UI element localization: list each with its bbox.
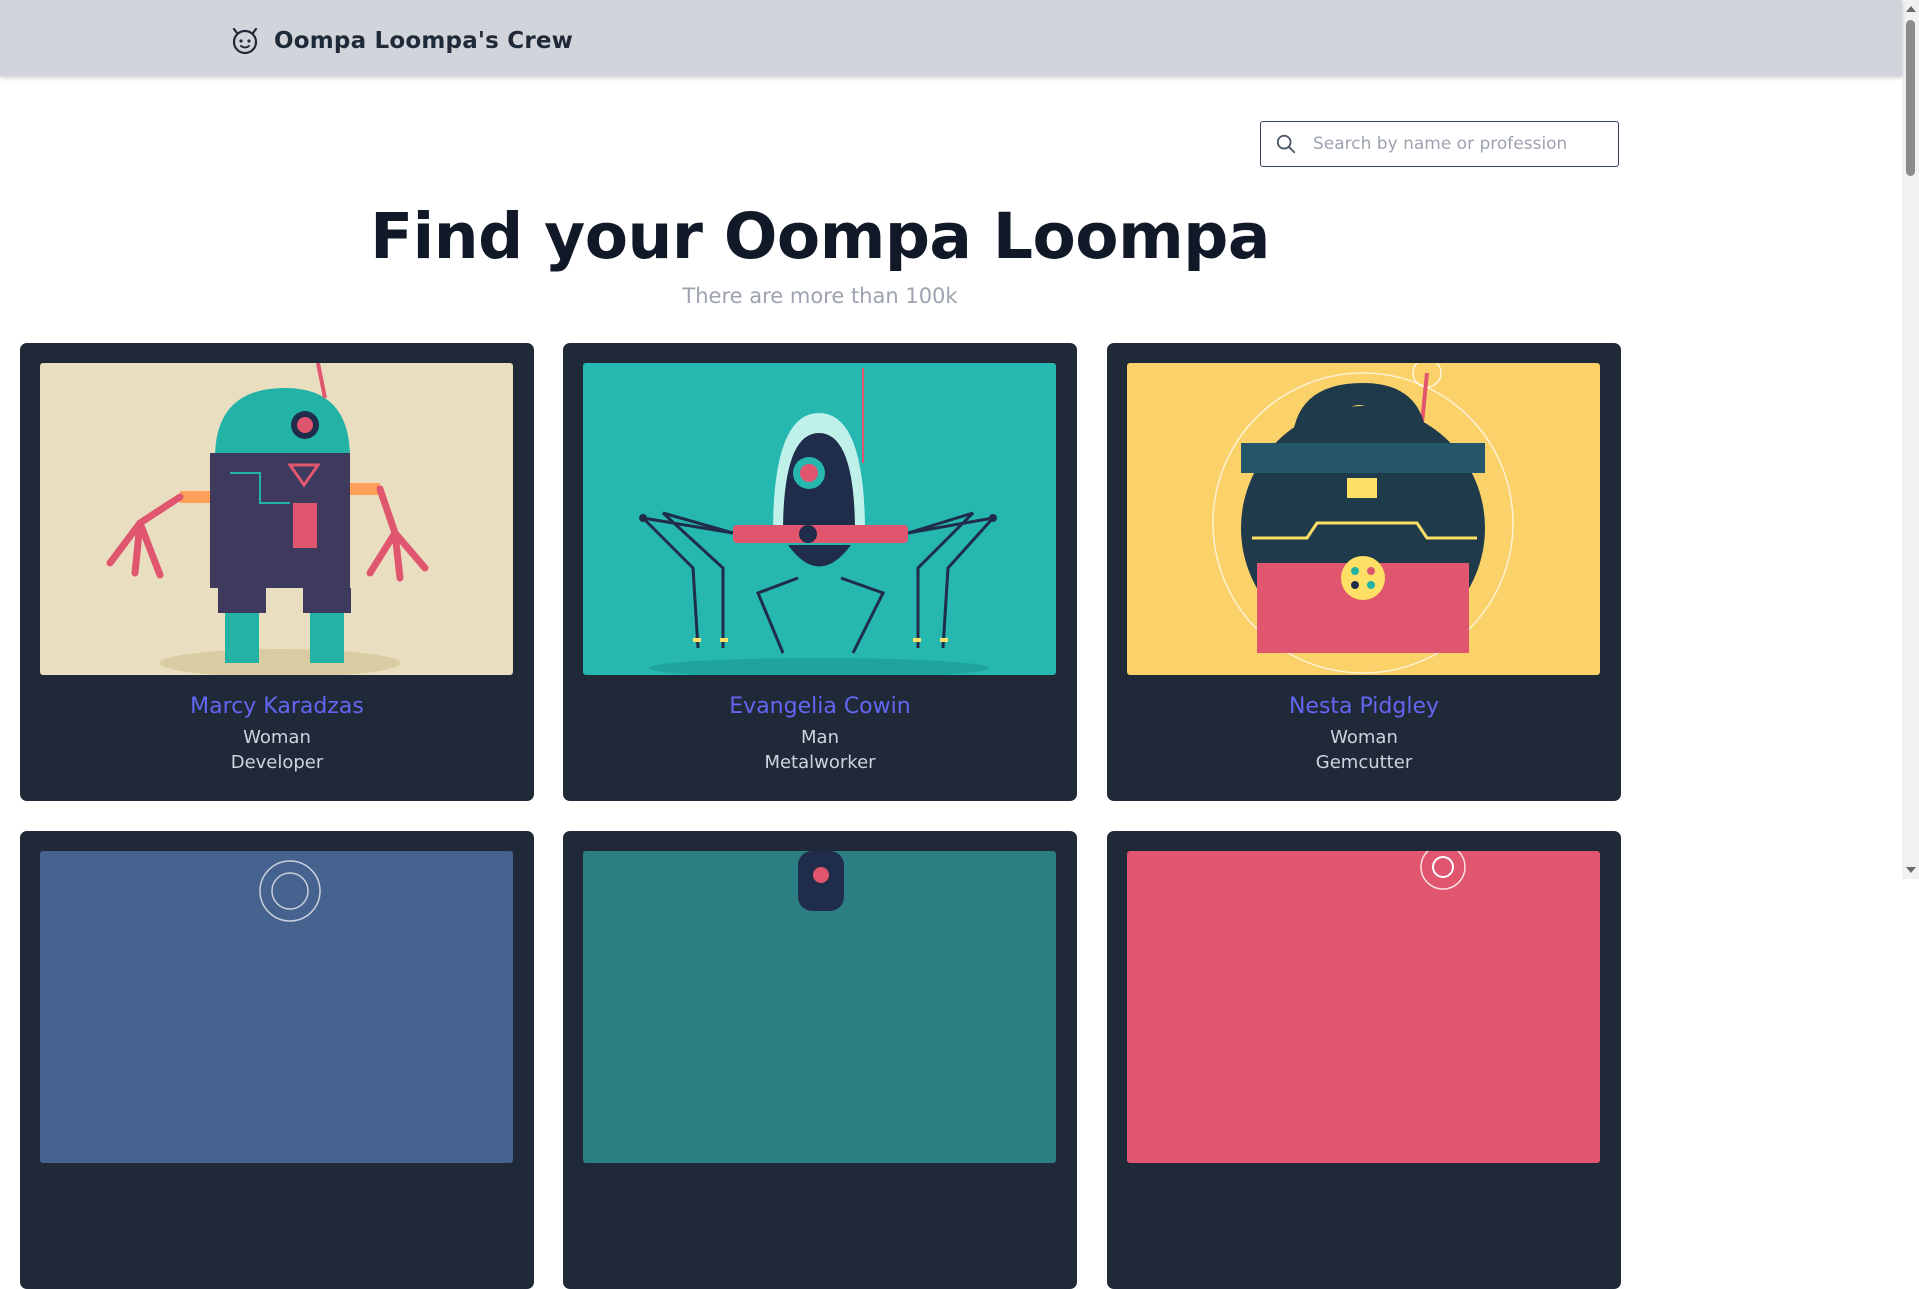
card-name[interactable]: Nesta Pidgley [1107, 694, 1621, 719]
scroll-thumb[interactable] [1906, 20, 1915, 176]
card-profession: Metalworker [764, 752, 876, 773]
oompa-card[interactable] [1107, 831, 1621, 1289]
card-profession: Developer [230, 752, 324, 773]
scroll-up-arrow-icon[interactable] [1906, 6, 1916, 12]
scroll-down-arrow-icon[interactable] [1906, 867, 1916, 873]
card-gender: Woman [243, 727, 311, 748]
card-name[interactable]: Evangelia Cowin [563, 694, 1077, 719]
card-image [1127, 363, 1600, 675]
oompa-card[interactable]: Marcy Karadzas Woman Developer [20, 343, 534, 801]
card-name[interactable]: Marcy Karadzas [20, 694, 534, 719]
search-icon [1276, 134, 1296, 154]
search-box[interactable] [1260, 121, 1619, 167]
card-profession: Gemcutter [1315, 752, 1413, 773]
page-title: Find your Oompa Loompa [370, 200, 1270, 273]
search-input[interactable] [1311, 123, 1618, 165]
robot-illustration [40, 363, 513, 675]
card-gender: Man [801, 727, 839, 748]
card-image [40, 851, 513, 1163]
oompa-card[interactable] [563, 831, 1077, 1289]
robot-illustration [1127, 363, 1600, 675]
oompa-card[interactable] [20, 831, 534, 1289]
oompa-card[interactable]: Evangelia Cowin Man Metalworker [563, 343, 1077, 801]
card-image [1127, 851, 1600, 1163]
card-gender: Woman [1330, 727, 1398, 748]
card-image [583, 363, 1056, 675]
card-image [583, 851, 1056, 1163]
app-title: Oompa Loompa's Crew [274, 28, 574, 54]
robot-illustration [583, 851, 1056, 1163]
robot-face-icon [232, 27, 258, 55]
vertical-scrollbar[interactable] [1902, 0, 1919, 879]
card-image [40, 363, 513, 675]
page-subtitle: There are more than 100k [682, 284, 958, 308]
robot-illustration [1127, 851, 1600, 1163]
top-navbar: Oompa Loompa's Crew [0, 0, 1902, 76]
oompa-card[interactable]: Nesta Pidgley Woman Gemcutter [1107, 343, 1621, 801]
robot-illustration [583, 363, 1056, 675]
brand-link[interactable]: Oompa Loompa's Crew [228, 24, 573, 58]
robot-illustration [40, 851, 513, 1163]
